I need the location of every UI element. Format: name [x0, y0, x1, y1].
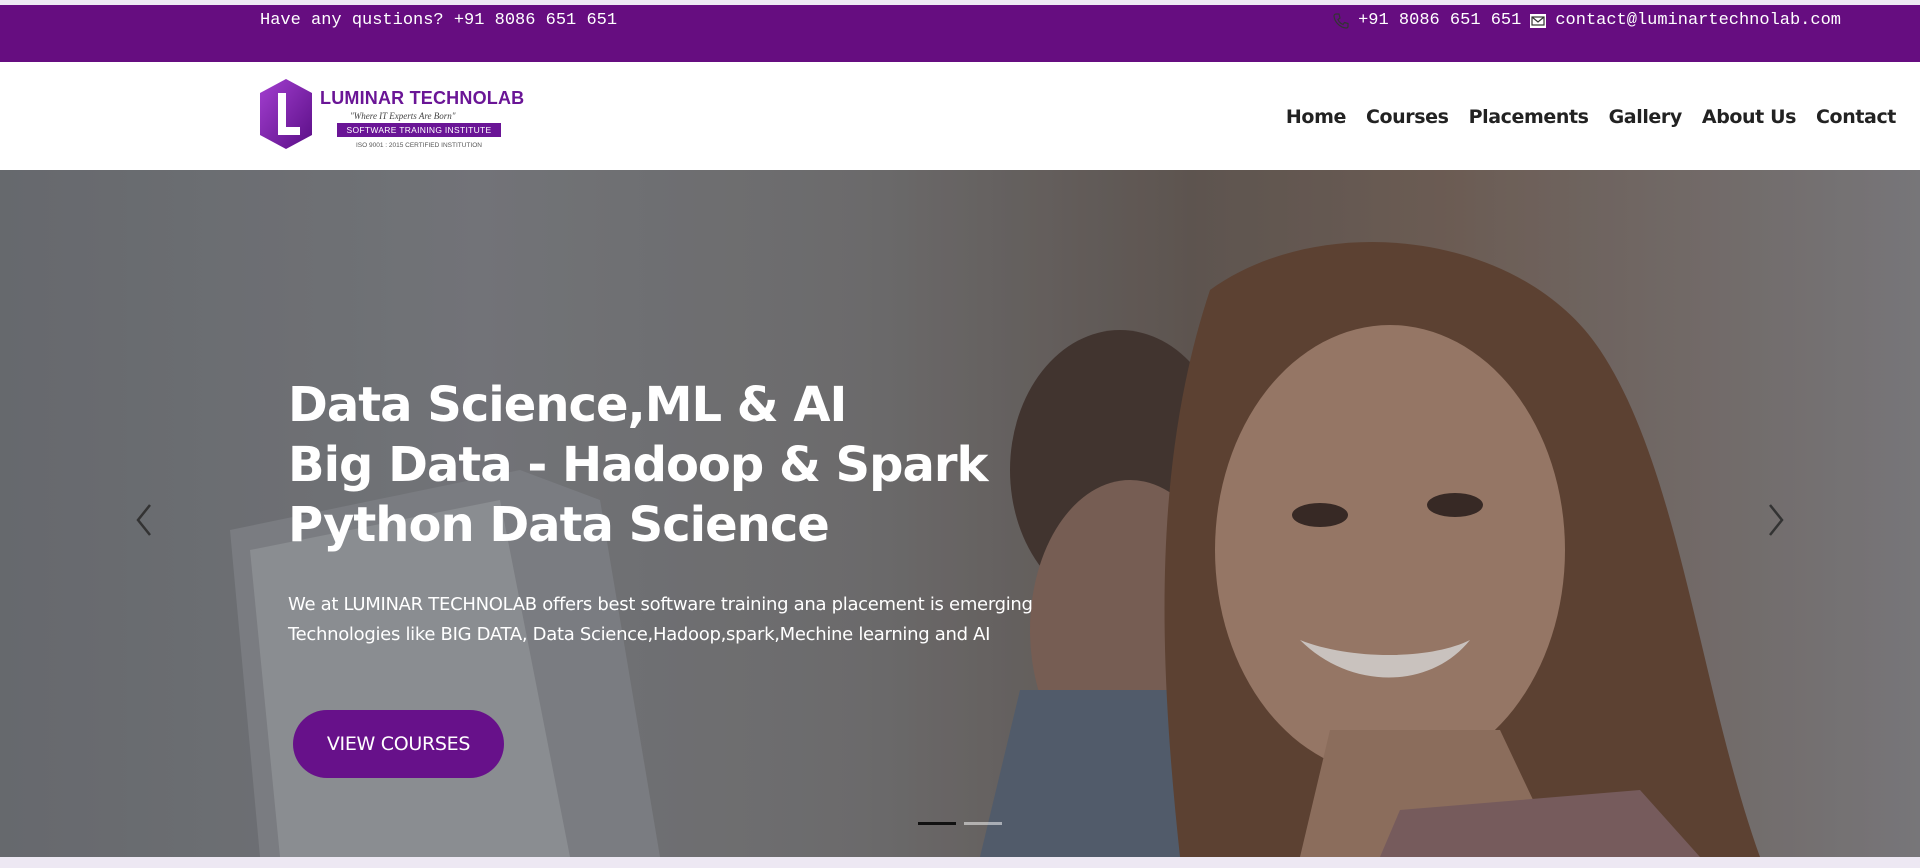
hero-title-line: Python Data Science: [288, 497, 830, 553]
carousel-indicator[interactable]: [918, 822, 956, 825]
contact-question: Have any qustions? +91 8086 651 651: [260, 11, 618, 30]
main-navbar: LUMINAR TECHNOLAB "Where IT Experts Are …: [0, 62, 1920, 170]
hero-title-line: Big Data - Hadoop & Spark: [288, 437, 988, 493]
hero-description: We at LUMINAR TECHNOLAB offers best soft…: [288, 594, 1033, 645]
top-email-link[interactable]: contact@luminartechnolab.com: [1555, 11, 1841, 30]
nav-home[interactable]: Home: [1286, 106, 1346, 128]
main-menu: Home Courses Placements Gallery About Us…: [1286, 106, 1896, 128]
top-contact-links: +91 8086 651 651 contact@luminartechnola…: [1332, 11, 1841, 30]
logo-iso: ISO 9001 : 2015 CERTIFIED INSTITUTION: [356, 142, 482, 149]
hero-carousel: Data Science,ML & AI Big Data - Hadoop &…: [0, 170, 1920, 857]
nav-about-us[interactable]: About Us: [1702, 106, 1797, 128]
hero-title-line: Data Science,ML & AI: [288, 377, 847, 433]
hero-title: Data Science,ML & AI Big Data - Hadoop &…: [288, 375, 988, 555]
chevron-left-icon[interactable]: [130, 495, 160, 545]
site-logo[interactable]: LUMINAR TECHNOLAB "Where IT Experts Are …: [258, 77, 524, 153]
top-info-bar: Have any qustions? +91 8086 651 651 +91 …: [0, 5, 1920, 62]
logo-hexagon-icon: [260, 79, 312, 149]
nav-contact[interactable]: Contact: [1816, 106, 1896, 128]
carousel-indicators: [918, 822, 1002, 825]
nav-gallery[interactable]: Gallery: [1609, 106, 1683, 128]
view-courses-button[interactable]: VIEW COURSES: [293, 710, 504, 778]
envelope-icon: [1529, 12, 1547, 30]
phone-icon: [1332, 12, 1350, 30]
logo-brand-name: LUMINAR TECHNOLAB: [320, 88, 525, 108]
nav-courses[interactable]: Courses: [1366, 106, 1449, 128]
nav-placements[interactable]: Placements: [1469, 106, 1589, 128]
logo-strip: SOFTWARE TRAINING INSTITUTE: [337, 123, 501, 137]
top-phone-link[interactable]: +91 8086 651 651: [1358, 11, 1521, 30]
chevron-right-icon[interactable]: [1760, 495, 1790, 545]
logo-tagline: "Where IT Experts Are Born": [350, 111, 456, 121]
carousel-indicator[interactable]: [964, 822, 1002, 825]
